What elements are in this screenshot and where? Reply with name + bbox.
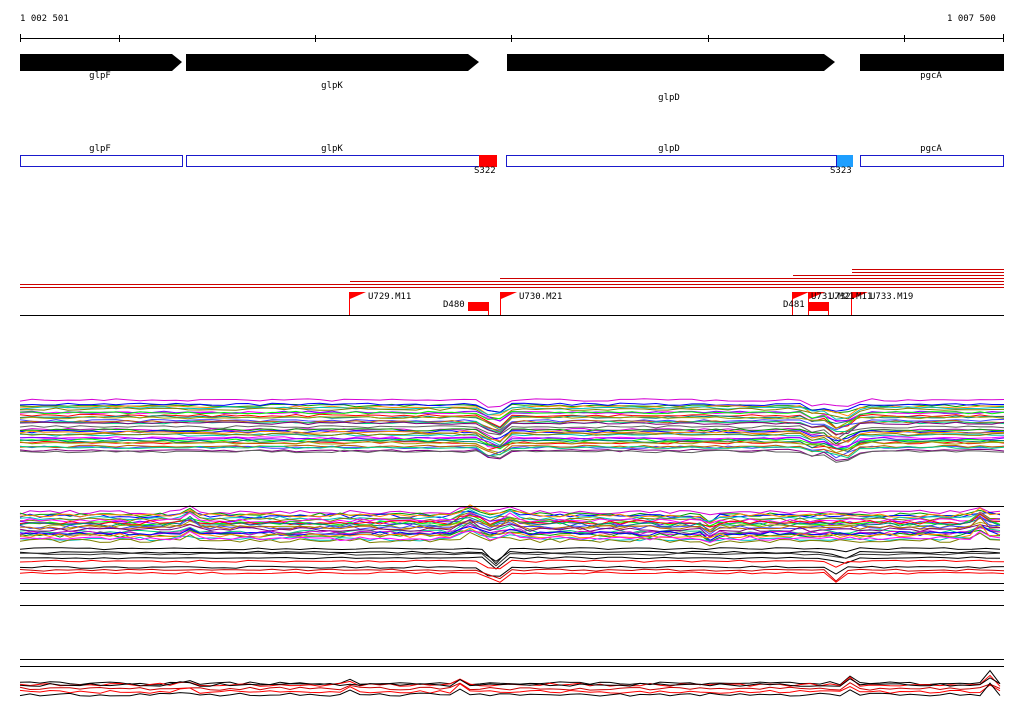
gene-box-track <box>20 155 1004 167</box>
gene-arrow-glpD[interactable] <box>507 54 835 71</box>
feature-label-S323: S323 <box>830 166 852 176</box>
feature-label-U733: U733.M19 <box>870 292 914 302</box>
coverage-lines <box>20 269 1004 288</box>
gene-label-glpK: glpK <box>321 81 343 91</box>
profile-line <box>19 565 1005 577</box>
gene-arrow-glpK[interactable] <box>186 54 479 71</box>
expression-profiles-c <box>19 547 1001 570</box>
tracks-canvas <box>19 34 1005 697</box>
genome-browser-view: 1 002 501 1 007 500 glpF glpK glpD pgcA … <box>0 0 1024 714</box>
box-label-glpD: glpD <box>658 144 680 154</box>
feature-label-U729: U729.M11 <box>368 292 412 302</box>
gene-arrow-track <box>20 54 1004 71</box>
gene-label-pgcA: pgcA <box>920 71 942 81</box>
expression-profiles-b <box>19 504 1001 547</box>
gene-box-pgcA[interactable] <box>860 155 1004 167</box>
expression-profiles-d <box>19 559 1005 583</box>
box-label-glpK: glpK <box>321 144 343 154</box>
profile-line <box>19 677 1001 687</box>
feature-D480-marker[interactable] <box>468 302 488 311</box>
feature-label-D480: D480 <box>443 300 465 310</box>
flag-U729[interactable] <box>349 292 367 315</box>
box-label-pgcA: pgcA <box>920 144 942 154</box>
gene-arrow-pgcA[interactable] <box>860 54 1004 71</box>
feature-label-S322: S322 <box>474 166 496 176</box>
gene-arrow-glpF[interactable] <box>20 54 182 71</box>
expression-profiles-a <box>19 398 1005 463</box>
gene-label-glpD: glpD <box>658 93 680 103</box>
feature-label-U730: U730.M21 <box>519 292 563 302</box>
gene-label-glpF: glpF <box>89 71 111 81</box>
gene-box-glpF[interactable] <box>20 155 183 167</box>
gene-box-glpD[interactable] <box>506 155 837 167</box>
ruler-axis <box>20 34 1004 42</box>
feature-label-D481: D481 <box>783 300 805 310</box>
gene-box-glpK[interactable] <box>186 155 497 167</box>
feature-label-U732: U732.M11 <box>829 292 873 302</box>
expression-profiles-e <box>19 669 1001 697</box>
flag-U730[interactable] <box>500 292 518 315</box>
profile-line <box>19 669 1001 686</box>
box-label-glpF: glpF <box>89 144 111 154</box>
profile-line <box>19 571 1005 583</box>
profile-line <box>19 568 1005 582</box>
